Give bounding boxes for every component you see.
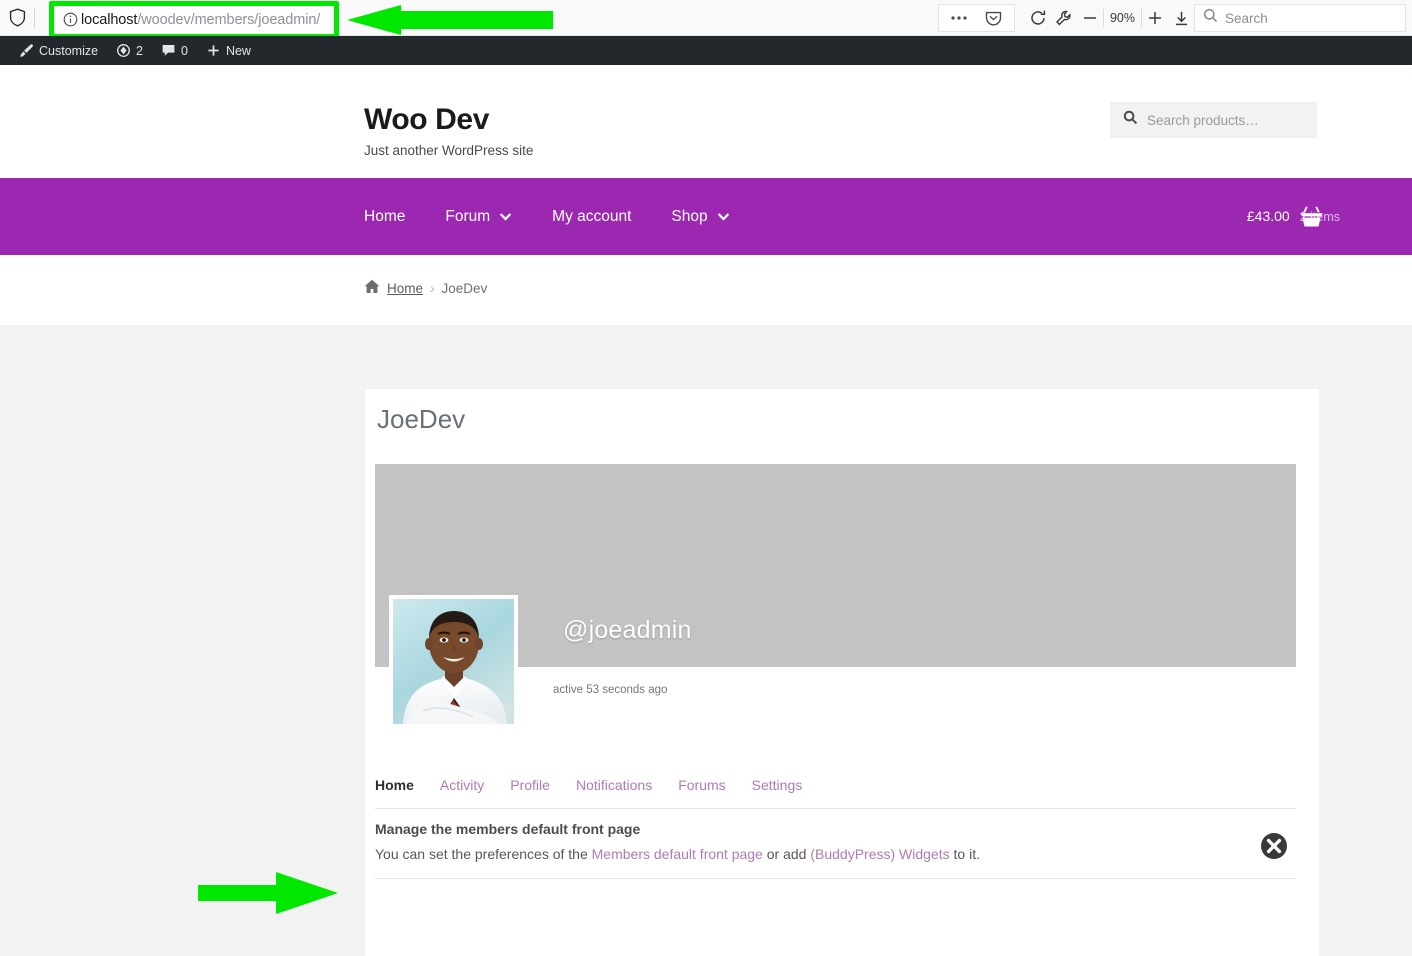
adminbar-item-customize[interactable]: Customize	[10, 36, 107, 65]
tab-forums[interactable]: Forums	[665, 777, 738, 803]
site-title[interactable]: Woo Dev	[364, 103, 533, 137]
tab-notifications[interactable]: Notifications	[563, 777, 665, 803]
urlbar-container: localhost/woodev/members/joeadmin/	[41, 0, 1001, 39]
site-header: Woo Dev Just another WordPress site Sear…	[0, 65, 1412, 178]
page-body: JoeDev @joeadmin active 53 seconds ago H…	[0, 325, 1412, 956]
member-handle: @joeadmin	[563, 616, 692, 644]
notice-text: You can set the preferences of the Membe…	[375, 846, 980, 862]
breadcrumb-separator: ›	[430, 280, 435, 296]
plus-icon	[206, 43, 221, 58]
avatar[interactable]	[389, 595, 518, 728]
nav-link-shop[interactable]: Shop	[651, 178, 749, 255]
notice-text-middle: or add	[762, 846, 811, 862]
notice-title: Manage the members default front page	[375, 821, 641, 837]
tab-profile[interactable]: Profile	[497, 777, 563, 803]
address-bar[interactable]: localhost/woodev/members/joeadmin/	[55, 5, 333, 34]
product-search-placeholder: Search products…	[1147, 112, 1259, 128]
adminbar-item-updates[interactable]: 2	[107, 36, 152, 65]
zoom-level[interactable]: 90%	[1102, 9, 1142, 27]
chevron-down-icon	[499, 208, 512, 226]
wordpress-admin-bar: Customize 2 0 New	[0, 36, 1412, 65]
member-tab-list: Home Activity Profile Notifications Foru…	[375, 777, 1296, 809]
product-search-input[interactable]: Search products…	[1110, 102, 1317, 138]
nav-link-label: Shop	[671, 207, 708, 225]
site-description: Just another WordPress site	[364, 143, 534, 158]
arrow-pointing-to-profile	[198, 872, 338, 914]
page-title: JoeDev	[377, 404, 466, 434]
wrench-icon[interactable]	[1051, 5, 1077, 31]
zoom-in-button[interactable]	[1142, 5, 1168, 31]
notice-panel: Manage the members default front page Yo…	[375, 821, 1296, 879]
search-icon	[1203, 8, 1218, 28]
browser-search-placeholder: Search	[1225, 10, 1268, 26]
nav-link-label: Home	[364, 207, 406, 225]
pocket-icon[interactable]	[981, 5, 1007, 31]
nav-link-my-account[interactable]: My account	[532, 178, 651, 255]
nav-link-home[interactable]: Home	[364, 178, 425, 255]
nav-link-label: Forum	[445, 207, 491, 225]
browser-search-box[interactable]: Search	[1194, 4, 1406, 32]
reload-icon[interactable]	[1025, 5, 1051, 31]
adminbar-item-comments[interactable]: 0	[152, 36, 197, 65]
search-icon	[1123, 110, 1138, 130]
breadcrumb-link-home[interactable]: Home	[387, 281, 423, 296]
member-content-card: JoeDev @joeadmin active 53 seconds ago H…	[365, 389, 1319, 956]
adminbar-label: 2	[136, 43, 143, 58]
notice-link-members-front-page[interactable]: Members default front page	[592, 846, 763, 862]
url-text: localhost/woodev/members/joeadmin/	[81, 11, 321, 28]
last-active-text: active 53 seconds ago	[553, 684, 668, 696]
notice-text-before: You can set the preferences of the	[375, 846, 592, 862]
comment-icon	[161, 43, 176, 58]
info-circle-icon[interactable]	[59, 12, 81, 27]
site-branding: Woo Dev Just another WordPress site	[364, 103, 533, 159]
page-actions-group	[937, 4, 1015, 32]
toolbar-divider	[34, 6, 35, 29]
adminbar-label: 0	[181, 43, 188, 58]
cart-total: £43.00	[1246, 208, 1290, 224]
home-icon[interactable]	[364, 279, 380, 297]
shield-icon[interactable]	[0, 8, 34, 27]
nav-link-list: Home Forum My account Shop	[364, 178, 750, 255]
tab-activity[interactable]: Activity	[427, 777, 497, 803]
shopping-basket-icon[interactable]	[1299, 178, 1324, 255]
updates-icon	[116, 43, 131, 58]
notice-text-after: to it.	[949, 846, 980, 862]
chevron-down-icon	[717, 208, 730, 226]
zoom-out-button[interactable]	[1077, 5, 1103, 31]
cart-summary[interactable]: £43.00 2 items	[1247, 178, 1340, 255]
close-circle-icon[interactable]	[1260, 832, 1288, 860]
adminbar-item-new[interactable]: New	[197, 36, 260, 65]
notice-link-buddypress-widgets[interactable]: (BuddyPress) Widgets	[810, 846, 949, 862]
tab-settings[interactable]: Settings	[739, 777, 816, 803]
arrow-pointing-to-urlbar	[347, 4, 553, 35]
toolbar-right-group: 90% Search	[937, 0, 1412, 36]
breadcrumb-bar: Home › JoeDev	[0, 255, 1412, 325]
adminbar-label: New	[225, 43, 251, 58]
ellipsis-icon[interactable]	[946, 5, 972, 31]
download-icon[interactable]	[1168, 5, 1194, 31]
tab-home[interactable]: Home	[375, 777, 427, 803]
browser-toolbar: localhost/woodev/members/joeadmin/ 90% S…	[0, 0, 1412, 39]
breadcrumb: Home › JoeDev	[364, 279, 487, 297]
nav-link-forum[interactable]: Forum	[425, 178, 532, 255]
nav-link-label: My account	[552, 207, 632, 225]
adminbar-label: Customize	[39, 43, 99, 58]
paintbrush-icon	[19, 43, 34, 58]
breadcrumb-current: JoeDev	[441, 280, 488, 296]
primary-navigation: Home Forum My account Shop £43.00 2 item…	[0, 178, 1412, 255]
